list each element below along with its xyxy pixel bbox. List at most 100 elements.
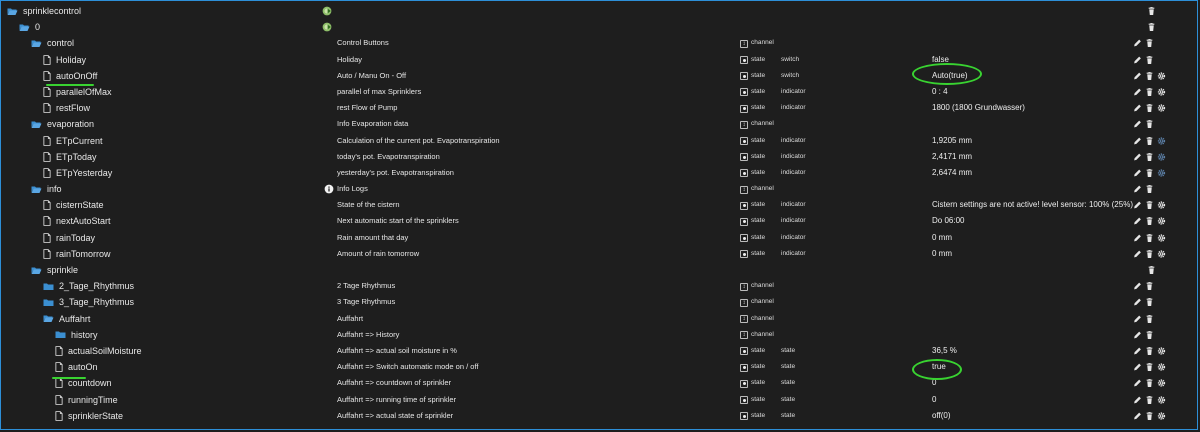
settings-icon[interactable] [1157,87,1166,97]
delete-icon[interactable] [1145,216,1154,226]
state-file-icon[interactable] [55,410,63,421]
folder-icon[interactable] [55,330,66,339]
tree-row[interactable]: evaporation Info Evaporation data ↕ channel [1,116,1197,132]
value-cell[interactable]: Cistern settings are not active! level s… [932,197,1133,213]
tree-node[interactable]: runningTime [55,392,118,408]
state-file-icon[interactable] [55,346,63,356]
tree-node[interactable]: sprinklecontrol [7,3,81,19]
delete-icon[interactable] [1145,362,1154,372]
tree-row[interactable]: ETpToday today's pot. Evapotranspiration s… [1,149,1197,165]
settings-icon[interactable] [1157,103,1166,113]
tree-node[interactable]: sprinklerState [55,408,123,424]
tree-row[interactable]: autoOnOff Auto / Manu On - Off state switch… [1,68,1197,84]
edit-icon[interactable] [1133,71,1142,81]
tree-row[interactable]: 3_Tage_Rhythmus 3 Tage Rhythmus ↕ channel [1,294,1197,310]
delete-icon[interactable] [1145,152,1154,162]
delete-icon[interactable] [1145,249,1154,259]
edit-icon[interactable] [1133,411,1142,421]
value-cell[interactable]: Auto(true) [932,68,968,84]
tree-row[interactable]: ETpYesterday yesterday's pot. Evapotransp… [1,165,1197,181]
edit-icon[interactable] [1133,281,1142,291]
tree-node[interactable]: 0 [19,19,40,35]
tree-row[interactable]: parallelOfMax parallel of max Sprinklers s… [1,84,1197,100]
delete-icon[interactable] [1145,346,1154,356]
tree-row[interactable]: restFlow rest Flow of Pump state indicator 1… [1,100,1197,116]
delete-icon[interactable] [1145,233,1154,243]
tree-row[interactable]: 0 [1,19,1197,35]
folder-open-icon[interactable] [43,314,54,323]
settings-icon[interactable] [1157,378,1166,388]
value-cell[interactable]: 2,4171 mm [932,149,972,165]
tree-row[interactable]: cisternState State of the cistern state ind… [1,197,1197,213]
state-file-icon[interactable] [43,87,51,97]
delete-icon[interactable] [1145,395,1154,405]
value-cell[interactable]: 1800 (1800 Grundwasser) [932,100,1025,116]
edit-icon[interactable] [1133,346,1142,356]
value-cell[interactable]: off(0) [932,408,951,424]
state-file-icon[interactable] [43,54,51,65]
folder-open-icon[interactable] [31,120,42,129]
settings-icon[interactable] [1157,233,1166,243]
settings-icon[interactable] [1157,362,1166,372]
settings-icon[interactable] [1157,136,1166,146]
settings-icon[interactable] [1157,411,1166,421]
tree-row[interactable]: autoOn Auffahrt => Switch automatic mode … [1,359,1197,375]
folder-open-icon[interactable] [31,39,42,48]
folder-open-icon[interactable] [31,185,42,194]
settings-icon[interactable] [1157,152,1166,162]
tree-node[interactable]: evaporation [31,116,94,132]
tree-row[interactable]: control Control Buttons ↕ channel [1,35,1197,51]
edit-icon[interactable] [1133,136,1142,146]
tree-node[interactable]: control [31,35,74,51]
tree-node[interactable]: history [55,327,98,343]
tree-node[interactable]: Auffahrt [43,311,90,327]
edit-icon[interactable] [1133,184,1142,194]
tree-node[interactable]: restFlow [43,100,90,116]
value-cell[interactable]: 0 mm [932,246,952,262]
tree-row[interactable]: actualSoilMoisture Auffahrt => actual soi… [1,343,1197,359]
value-cell[interactable]: 0 mm [932,230,952,246]
settings-icon[interactable] [1157,395,1166,405]
edit-icon[interactable] [1133,200,1142,210]
delete-icon[interactable] [1145,330,1154,340]
tree-row[interactable]: runningTime Auffahrt => running time of s… [1,392,1197,408]
delete-icon[interactable] [1147,22,1156,32]
export-icon[interactable] [322,6,332,16]
state-file-icon[interactable] [43,200,51,211]
tree-row[interactable]: countdown Auffahrt => countdown of sprink… [1,375,1197,391]
delete-icon[interactable] [1145,200,1154,210]
delete-icon[interactable] [1145,168,1154,178]
tree-row[interactable]: sprinkle [1,262,1197,278]
state-file-icon[interactable] [55,362,63,372]
folder-open-icon[interactable] [19,23,30,32]
delete-icon[interactable] [1145,184,1154,194]
edit-icon[interactable] [1133,119,1142,129]
edit-icon[interactable] [1133,378,1142,388]
value-cell[interactable]: 0 : 4 [932,84,948,100]
edit-icon[interactable] [1133,330,1142,340]
edit-icon[interactable] [1133,314,1142,324]
tree-row[interactable]: rainToday Rain amount that day state indica… [1,230,1197,246]
tree-node[interactable]: cisternState [43,197,104,213]
tree-row[interactable]: Holiday Holiday state switch false [1,52,1197,68]
delete-icon[interactable] [1145,55,1154,65]
delete-icon[interactable] [1145,297,1154,307]
state-file-icon[interactable] [43,103,51,113]
tree-node[interactable]: parallelOfMax [43,84,112,100]
state-file-icon[interactable] [55,378,63,389]
value-cell[interactable]: Do 06:00 [932,213,964,229]
settings-icon[interactable] [1157,168,1166,178]
tree-row[interactable]: sprinklerState Auffahrt => actual state o… [1,408,1197,424]
delete-icon[interactable] [1145,119,1154,129]
folder-open-icon[interactable] [31,266,42,275]
delete-icon[interactable] [1145,103,1154,113]
edit-icon[interactable] [1133,103,1142,113]
tree-node[interactable]: 3_Tage_Rhythmus [43,294,134,310]
tree-row[interactable]: 2_Tage_Rhythmus 2 Tage Rhythmus ↕ channel [1,278,1197,294]
delete-icon[interactable] [1145,281,1154,291]
state-file-icon[interactable] [43,232,51,243]
value-cell[interactable]: 2,6474 mm [932,165,972,181]
delete-icon[interactable] [1145,378,1154,388]
value-cell[interactable]: 0 [932,375,936,391]
tree-node[interactable]: rainToday [43,230,95,246]
